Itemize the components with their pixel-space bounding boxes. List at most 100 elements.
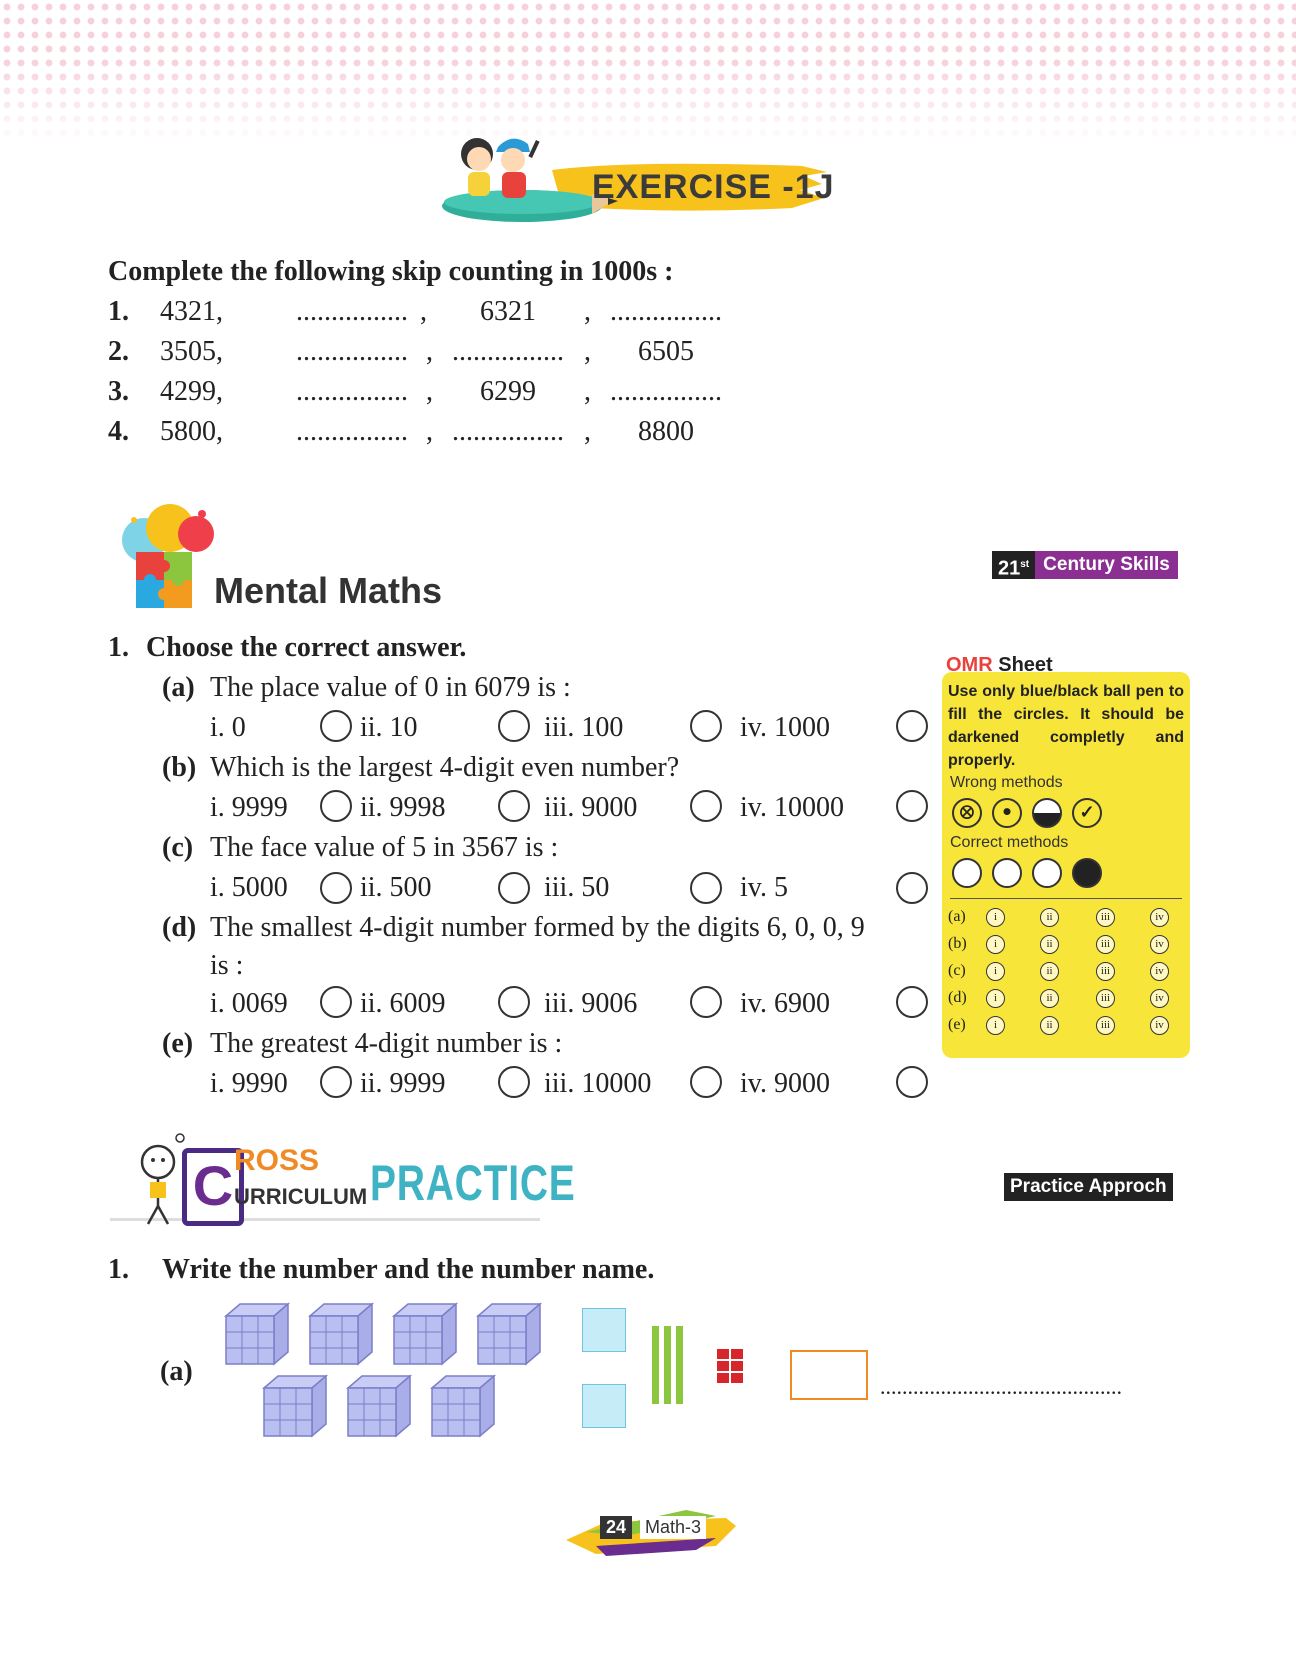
- answer-circle-i[interactable]: [320, 710, 352, 742]
- value-2: 6299: [480, 376, 536, 407]
- badge-superscript: st: [1020, 559, 1030, 570]
- omr-bubble-iv[interactable]: iv: [1150, 908, 1169, 927]
- comma: ,: [584, 336, 591, 367]
- omr-bubble-i[interactable]: i: [986, 1016, 1005, 1035]
- option-iv: iv. 9000: [740, 1068, 830, 1099]
- omr-row-label: (c): [948, 962, 966, 979]
- part-label: (a): [160, 1356, 193, 1387]
- practice-approach-badge: Practice Approch: [1004, 1173, 1173, 1201]
- question-text: Write the number and the number name.: [162, 1254, 655, 1285]
- empty-circle-icon: [992, 858, 1022, 888]
- dotted-circle-icon: •: [992, 798, 1022, 828]
- answer-circle-iii[interactable]: [690, 872, 722, 904]
- thousand-cube: [477, 1303, 541, 1365]
- item-question-continued: is :: [210, 950, 244, 981]
- value-3: 8800: [638, 416, 694, 447]
- thousand-cube: [263, 1375, 327, 1437]
- row-number: 3.: [108, 376, 129, 407]
- answer-circle-i[interactable]: [320, 986, 352, 1018]
- omr-row-label: (d): [948, 989, 967, 1006]
- omr-bubble-ii[interactable]: ii: [1040, 989, 1059, 1008]
- correct-methods-examples: [952, 858, 1142, 890]
- omr-bubble-ii[interactable]: ii: [1040, 1016, 1059, 1035]
- blank-1[interactable]: ................: [296, 336, 408, 368]
- answer-circle-i[interactable]: [320, 1066, 352, 1098]
- row-number: 2.: [108, 336, 129, 367]
- thousand-cube: [225, 1303, 289, 1365]
- answer-circle-iii[interactable]: [690, 1066, 722, 1098]
- answer-circle-iv[interactable]: [896, 1066, 928, 1098]
- answer-circle-ii[interactable]: [498, 790, 530, 822]
- wrong-methods-label: Wrong methods: [950, 774, 1063, 791]
- omr-bubble-iii[interactable]: iii: [1096, 908, 1115, 927]
- comma: ,: [584, 296, 591, 327]
- omr-bubble-ii[interactable]: ii: [1040, 908, 1059, 927]
- item-label: (a): [162, 672, 195, 703]
- omr-bubble-iii[interactable]: iii: [1096, 989, 1115, 1008]
- page-footer: 24 Math-3: [566, 1502, 736, 1558]
- omr-bubble-i[interactable]: i: [986, 908, 1005, 927]
- option-i: i. 0: [210, 712, 246, 743]
- omr-bubble-iii[interactable]: iii: [1096, 935, 1115, 954]
- question-number: 1.: [108, 632, 129, 663]
- skip-counting-heading: Complete the following skip counting in …: [108, 256, 674, 287]
- omr-bubble-iv[interactable]: iv: [1150, 935, 1169, 954]
- answer-circle-ii[interactable]: [498, 986, 530, 1018]
- answer-circle-ii[interactable]: [498, 872, 530, 904]
- omr-row-label: (a): [948, 908, 966, 925]
- ten-rods-illustration: [652, 1326, 683, 1404]
- omr-row-label: (b): [948, 935, 967, 952]
- answer-circle-iii[interactable]: [690, 790, 722, 822]
- comma: ,: [584, 376, 591, 407]
- answer-circle-iii[interactable]: [690, 710, 722, 742]
- item-label: (b): [162, 752, 197, 783]
- option-iii: iii. 100: [544, 712, 624, 743]
- book-name: Math-3: [640, 1516, 707, 1539]
- answer-circle-ii[interactable]: [498, 1066, 530, 1098]
- start-value: 5800,: [160, 416, 223, 447]
- exercise-banner: EXERCISE -1J: [432, 132, 852, 232]
- answer-circle-iv[interactable]: [896, 710, 928, 742]
- answer-circle-i[interactable]: [320, 872, 352, 904]
- item-question: The face value of 5 in 3567 is :: [210, 832, 559, 863]
- item-question: The smallest 4-digit number formed by th…: [210, 912, 865, 943]
- omr-divider: [950, 898, 1182, 899]
- omr-bubble-iv[interactable]: iv: [1150, 1016, 1169, 1035]
- omr-bubble-iii[interactable]: iii: [1096, 962, 1115, 981]
- option-iv: iv. 1000: [740, 712, 830, 743]
- blank-1[interactable]: ................: [296, 376, 408, 408]
- blank-3[interactable]: ................: [610, 296, 722, 328]
- omr-bubble-iv[interactable]: iv: [1150, 962, 1169, 981]
- number-answer-box[interactable]: [790, 1350, 868, 1400]
- blank-2[interactable]: ................: [452, 336, 564, 368]
- option-iii: iii. 10000: [544, 1068, 652, 1099]
- omr-bubble-i[interactable]: i: [986, 989, 1005, 1008]
- omr-bubble-iii[interactable]: iii: [1096, 1016, 1115, 1035]
- value-3: 6505: [638, 336, 694, 367]
- omr-bubble-iv[interactable]: iv: [1150, 989, 1169, 1008]
- badge-number: 21: [998, 557, 1021, 580]
- blank-1[interactable]: ................: [296, 296, 408, 328]
- question-number: 1.: [108, 1254, 129, 1285]
- answer-circle-ii[interactable]: [498, 710, 530, 742]
- omr-bubble-ii[interactable]: ii: [1040, 962, 1059, 981]
- omr-bubble-ii[interactable]: ii: [1040, 935, 1059, 954]
- logo-practice: PRACTICE: [370, 1155, 576, 1211]
- blank-1[interactable]: ................: [296, 416, 408, 448]
- answer-circle-iv[interactable]: [896, 790, 928, 822]
- value-2: 6321: [480, 296, 536, 327]
- answer-circle-iv[interactable]: [896, 986, 928, 1018]
- item-question: The place value of 0 in 6079 is :: [210, 672, 571, 703]
- blank-3[interactable]: ................: [610, 376, 722, 408]
- blank-2[interactable]: ................: [452, 416, 564, 448]
- item-label: (c): [162, 832, 194, 863]
- answer-circle-i[interactable]: [320, 790, 352, 822]
- omr-bubble-i[interactable]: i: [986, 935, 1005, 954]
- option-ii: ii. 10: [360, 712, 418, 743]
- answer-circle-iii[interactable]: [690, 986, 722, 1018]
- option-i: i. 9999: [210, 792, 288, 823]
- answer-circle-iv[interactable]: [896, 872, 928, 904]
- thousand-cube: [431, 1375, 495, 1437]
- omr-bubble-i[interactable]: i: [986, 962, 1005, 981]
- number-name-answer-line[interactable]: ........................................…: [880, 1374, 1122, 1400]
